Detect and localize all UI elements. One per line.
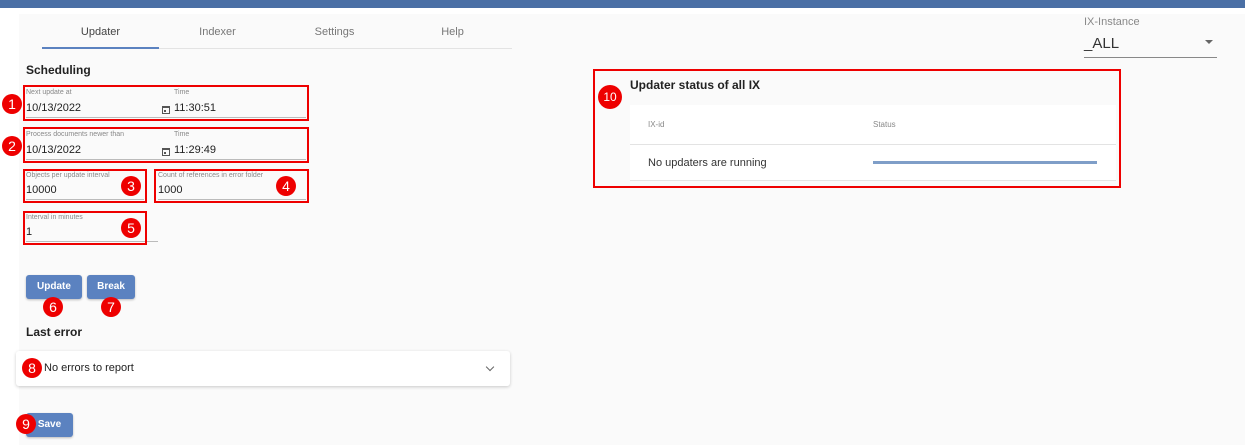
- instance-select-label: IX-Instance: [1084, 16, 1140, 28]
- status-table-header: IX-id Status: [630, 105, 1116, 145]
- annotation-badge-2: 2: [2, 136, 22, 156]
- caret-down-icon: [1205, 40, 1213, 44]
- annotation-badge-3: 3: [121, 176, 141, 196]
- annotation-badge-10: 10: [598, 85, 622, 109]
- last-error-heading: Last error: [26, 325, 83, 339]
- active-tab-indicator: [42, 47, 159, 49]
- annotation-box-1: [23, 85, 309, 121]
- tab-settings[interactable]: Settings: [276, 22, 393, 49]
- column-ix-id: IX-id: [648, 120, 665, 129]
- annotation-badge-5: 5: [121, 218, 141, 238]
- annotation-box-2: [23, 127, 309, 163]
- last-error-message: No errors to report: [44, 362, 134, 374]
- annotation-badge-1: 1: [2, 94, 22, 114]
- annotation-badge-9: 9: [16, 414, 36, 434]
- annotation-badge-6: 6: [43, 297, 63, 317]
- last-error-panel[interactable]: No errors to report: [16, 351, 510, 386]
- status-table: IX-id Status No updaters are running: [630, 105, 1116, 181]
- tab-indexer[interactable]: Indexer: [159, 22, 276, 49]
- status-heading: Updater status of all IX: [630, 78, 761, 92]
- scheduling-heading: Scheduling: [26, 63, 91, 77]
- annotation-badge-8: 8: [22, 358, 42, 378]
- instance-select-value: _ALL: [1084, 35, 1120, 52]
- update-button[interactable]: Update: [26, 275, 82, 299]
- instance-select[interactable]: _ALL: [1084, 34, 1217, 58]
- chevron-down-icon[interactable]: [485, 362, 495, 372]
- tab-updater[interactable]: Updater: [42, 22, 159, 49]
- status-empty-message: No updaters are running: [648, 157, 767, 169]
- tab-help[interactable]: Help: [393, 22, 512, 49]
- break-button[interactable]: Break: [87, 275, 135, 299]
- annotation-badge-4: 4: [276, 176, 296, 196]
- window-top-bar: [0, 0, 1245, 8]
- annotation-badge-7: 7: [101, 297, 121, 317]
- column-status: Status: [873, 120, 896, 129]
- tab-bar: Updater Indexer Settings Help: [42, 22, 512, 49]
- status-progress-bar: [873, 161, 1097, 164]
- status-row-divider: [630, 180, 1116, 181]
